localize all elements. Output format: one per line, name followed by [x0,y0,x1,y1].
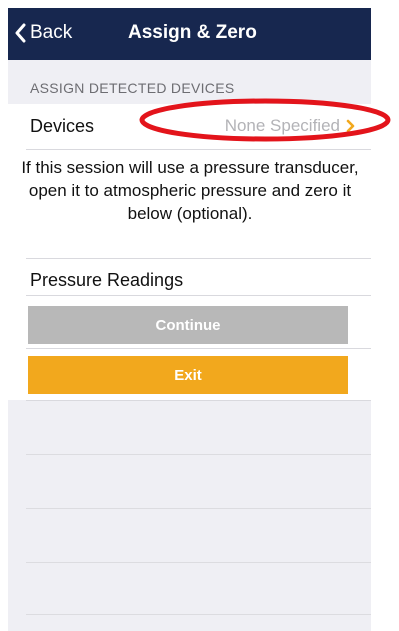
chevron-right-icon [346,119,355,133]
empty-row-divider [26,508,371,509]
info-text: If this session will use a pressure tran… [21,158,359,223]
back-button[interactable]: Back [14,22,72,44]
app-screen: Back Assign & Zero ASSIGN DETECTED DEVIC… [8,8,371,631]
divider [26,149,371,150]
back-label: Back [30,22,73,43]
empty-row-divider [26,454,371,455]
devices-label: Devices [30,116,95,136]
section-header: ASSIGN DETECTED DEVICES [30,80,235,96]
divider [26,400,371,401]
navigation-bar: Back Assign & Zero [8,8,371,60]
page-title: Assign & Zero [128,22,257,43]
devices-value: None Specified [225,116,355,136]
divider [26,295,371,296]
divider [26,348,371,349]
empty-row-divider [26,614,371,615]
empty-row-divider [26,562,371,563]
exit-button[interactable]: Exit [28,356,348,394]
continue-button[interactable]: Continue [28,306,348,344]
pressure-readings-label: Pressure Readings [30,270,184,290]
devices-row[interactable]: Devices None Specified [8,104,371,150]
divider [26,258,371,259]
chevron-left-icon [15,23,26,43]
devices-value-text: None Specified [224,116,340,135]
